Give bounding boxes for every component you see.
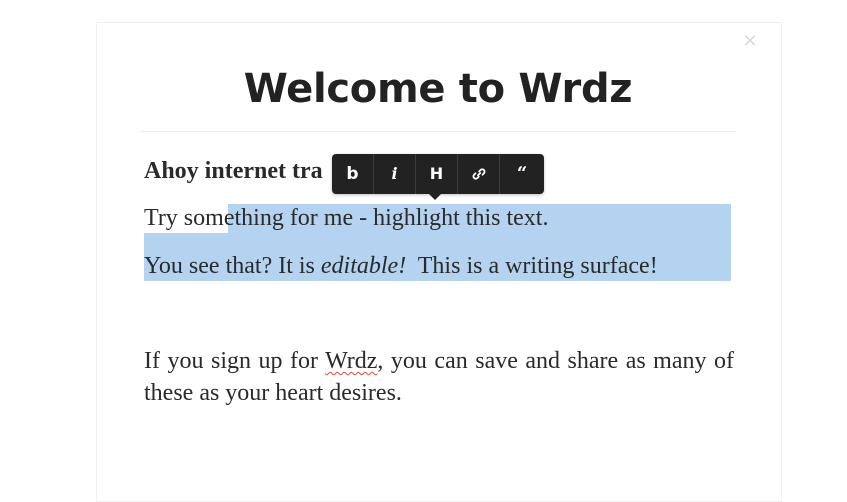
editable-paragraph[interactable]: You see that? It is editable! This is a … (144, 251, 658, 281)
heading-icon: H (429, 164, 444, 183)
quote-icon: “ (516, 163, 528, 184)
page-title: Welcome to Wrdz (243, 66, 633, 112)
bold-button[interactable]: b (332, 154, 374, 194)
selected-text: ething for me - highlight this text. (223, 205, 549, 231)
link-button[interactable] (458, 154, 500, 194)
greeting-heading[interactable]: Ahoy internet tra (144, 155, 323, 187)
paragraph-text: You see that? It is (144, 253, 321, 279)
close-icon[interactable]: × (742, 30, 758, 52)
paragraph-text: Try som (144, 205, 224, 231)
formatting-toolbar: b i H “ (332, 154, 544, 200)
title-divider (140, 131, 736, 132)
editable-paragraph[interactable]: If you sign up for Wrdz, you can save an… (144, 345, 734, 409)
misspelled-word[interactable]: Wrdz (325, 348, 377, 374)
italic-icon: i (391, 164, 398, 183)
link-icon (472, 168, 485, 180)
paragraph-text: If you sign up for (144, 348, 326, 374)
italic-text: editable! (320, 253, 407, 279)
quote-button[interactable]: “ (500, 154, 544, 194)
bold-icon: b (346, 164, 359, 184)
italic-button[interactable]: i (374, 154, 416, 194)
editable-paragraph[interactable]: Try something for me - highlight this te… (144, 203, 548, 233)
heading-button[interactable]: H (416, 154, 458, 194)
paragraph-text: This is a writing surface! (406, 253, 658, 279)
